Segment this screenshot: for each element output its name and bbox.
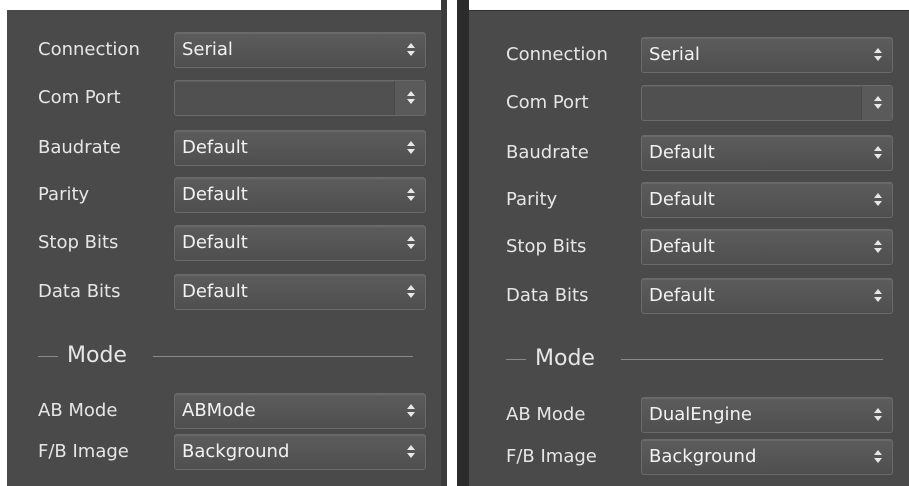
parity-label: Parity <box>38 184 90 205</box>
data-bits-value: Default <box>649 285 715 306</box>
baudrate-row: Baudrate Default <box>469 135 909 171</box>
panel-gap <box>447 0 457 486</box>
fb-image-row: F/B Image Background <box>469 439 909 475</box>
parity-select[interactable]: Default <box>174 177 426 213</box>
parity-select[interactable]: Default <box>641 182 893 218</box>
connection-select[interactable]: Serial <box>174 32 426 68</box>
data-bits-select[interactable]: Default <box>174 274 426 310</box>
baudrate-select[interactable]: Default <box>641 135 893 171</box>
mode-section-title: Mode <box>67 343 127 368</box>
chevron-up-down-icon <box>874 288 882 304</box>
ab-mode-row: AB Mode ABMode <box>7 393 441 429</box>
stop-bits-label: Stop Bits <box>506 236 587 257</box>
chevron-up-down-icon <box>874 145 882 161</box>
data-bits-row: Data Bits Default <box>7 274 441 310</box>
data-bits-select[interactable]: Default <box>641 278 893 314</box>
com-port-label: Com Port <box>506 92 589 113</box>
stop-bits-select[interactable]: Default <box>641 229 893 265</box>
mode-section-header: Mode <box>7 338 441 374</box>
fb-image-label: F/B Image <box>38 441 129 462</box>
chevron-up-down-icon <box>874 95 882 111</box>
chevron-up-down-icon <box>874 47 882 63</box>
settings-panel-right: Connection Serial Com Port Baudrate Defa… <box>469 10 909 486</box>
stop-bits-value: Default <box>182 232 248 253</box>
parity-row: Parity Default <box>7 177 441 213</box>
ab-mode-select[interactable]: DualEngine <box>641 397 893 433</box>
connection-select[interactable]: Serial <box>641 37 893 73</box>
chevron-up-down-icon <box>407 235 415 251</box>
chevron-up-down-icon <box>874 239 882 255</box>
com-port-row: Com Port <box>469 85 909 121</box>
connection-label: Connection <box>506 44 608 65</box>
connection-label: Connection <box>38 39 140 60</box>
ab-mode-value: ABMode <box>182 400 256 421</box>
ab-mode-select[interactable]: ABMode <box>174 393 426 429</box>
chevron-up-down-icon <box>407 187 415 203</box>
chevron-up-down-icon <box>407 444 415 460</box>
baudrate-select[interactable]: Default <box>174 130 426 166</box>
connection-row: Connection Serial <box>469 37 909 73</box>
parity-value: Default <box>649 189 715 210</box>
stop-bits-select[interactable]: Default <box>174 225 426 261</box>
parity-row: Parity Default <box>469 182 909 218</box>
parity-label: Parity <box>506 189 558 210</box>
chevron-up-down-icon <box>407 284 415 300</box>
stop-bits-row: Stop Bits Default <box>7 225 441 261</box>
mode-section-header: Mode <box>469 341 909 377</box>
stop-bits-row: Stop Bits Default <box>469 229 909 265</box>
ab-mode-value: DualEngine <box>649 404 752 425</box>
chevron-up-down-icon <box>407 90 415 106</box>
connection-row: Connection Serial <box>7 32 441 68</box>
mode-section-title: Mode <box>535 346 595 371</box>
fb-image-value: Background <box>182 441 290 462</box>
chevron-up-down-icon <box>407 140 415 156</box>
data-bits-label: Data Bits <box>38 281 121 302</box>
baudrate-label: Baudrate <box>506 142 589 163</box>
ab-mode-label: AB Mode <box>506 404 586 425</box>
chevron-up-down-icon <box>407 403 415 419</box>
chevron-up-down-icon <box>874 407 882 423</box>
chevron-up-down-icon <box>407 42 415 58</box>
connection-value: Serial <box>649 44 700 65</box>
panel-divider-dark <box>457 0 469 486</box>
fb-image-value: Background <box>649 446 757 467</box>
parity-value: Default <box>182 184 248 205</box>
fb-image-select[interactable]: Background <box>641 439 893 475</box>
stop-bits-label: Stop Bits <box>38 232 119 253</box>
data-bits-label: Data Bits <box>506 285 589 306</box>
connection-value: Serial <box>182 39 233 60</box>
baudrate-label: Baudrate <box>38 137 121 158</box>
data-bits-value: Default <box>182 281 248 302</box>
baudrate-value: Default <box>182 137 248 158</box>
fb-image-label: F/B Image <box>506 446 597 467</box>
data-bits-row: Data Bits Default <box>469 278 909 314</box>
stop-bits-value: Default <box>649 236 715 257</box>
ab-mode-label: AB Mode <box>38 400 118 421</box>
settings-panel-left: Connection Serial Com Port Baudrate Defa… <box>7 10 441 486</box>
com-port-select[interactable] <box>174 80 426 116</box>
com-port-row: Com Port <box>7 80 441 116</box>
com-port-select[interactable] <box>641 85 893 121</box>
com-port-label: Com Port <box>38 87 121 108</box>
chevron-up-down-icon <box>874 192 882 208</box>
ab-mode-row: AB Mode DualEngine <box>469 397 909 433</box>
baudrate-row: Baudrate Default <box>7 130 441 166</box>
baudrate-value: Default <box>649 142 715 163</box>
fb-image-select[interactable]: Background <box>174 434 426 470</box>
chevron-up-down-icon <box>874 449 882 465</box>
fb-image-row: F/B Image Background <box>7 434 441 470</box>
